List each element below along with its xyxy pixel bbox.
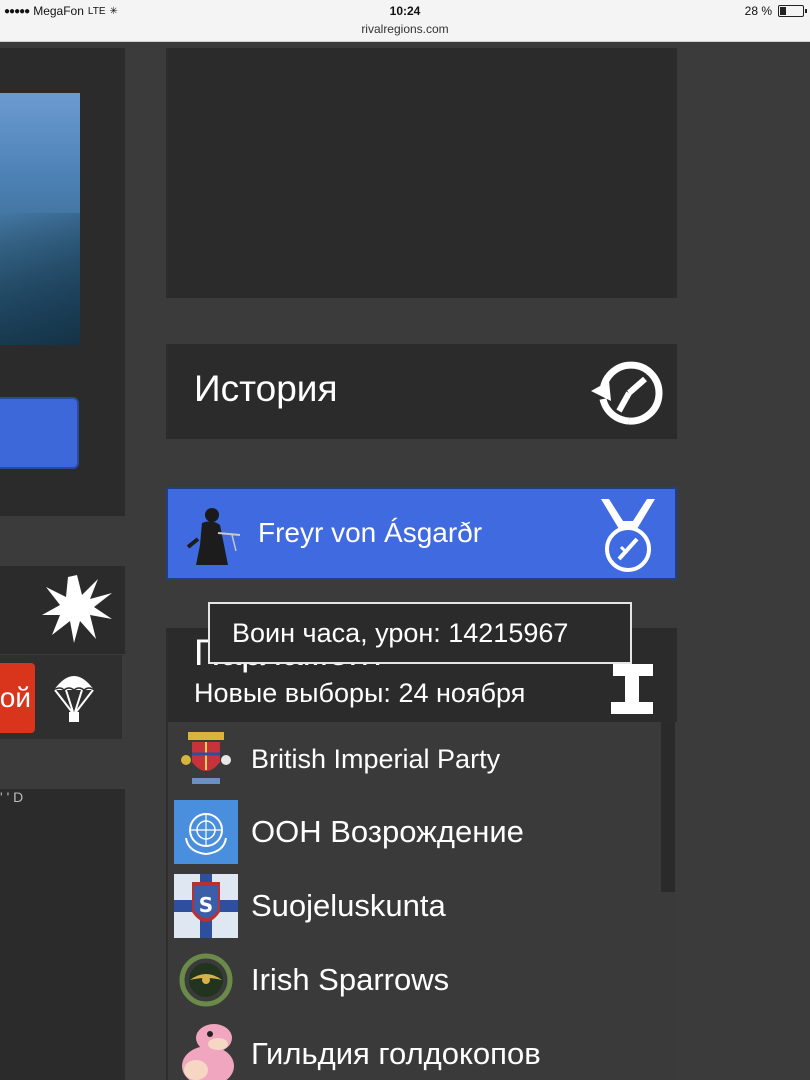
party-name[interactable]: Irish Sparrows: [251, 962, 449, 998]
party-row[interactable]: S Suojeluskunta: [174, 874, 664, 940]
battery-percent: 28 %: [744, 4, 772, 18]
party-row[interactable]: Irish Sparrows: [174, 948, 664, 1014]
party-list: British Imperial Party ООН Возрождение S…: [166, 722, 676, 1080]
region-landscape-image: [0, 93, 80, 345]
left-fragment-text: ' ' D: [0, 789, 24, 805]
address-bar-url[interactable]: rivalregions.com: [0, 22, 810, 36]
attack-button[interactable]: ой: [0, 663, 35, 733]
medal-icon: [601, 499, 655, 572]
svg-text:S: S: [199, 893, 213, 917]
sparrow-wreath-icon: [174, 948, 238, 1012]
warrior-damage-tooltip: Воин часа, урон: 14215967: [208, 602, 632, 664]
royal-crest-icon: [181, 732, 231, 784]
history-clock-icon[interactable]: [589, 353, 669, 433]
s-shield-icon: S: [174, 874, 238, 938]
explosion-icon[interactable]: [40, 573, 114, 645]
party-row[interactable]: British Imperial Party: [174, 726, 664, 792]
history-title: История: [194, 368, 338, 409]
parachute-icon[interactable]: [52, 668, 96, 724]
history-panel[interactable]: История: [166, 344, 677, 439]
status-bar: ●●●●● MegaFon LTE ✳ 10:24 rivalregions.c…: [0, 0, 810, 42]
left-blue-button[interactable]: [0, 397, 79, 469]
left-panel-bottom: ' ' D: [0, 789, 125, 1080]
party-row[interactable]: ООН Возрождение: [174, 800, 664, 866]
banner-placeholder: [166, 48, 677, 298]
party-name[interactable]: Гильдия голдокопов: [251, 1036, 541, 1072]
battery-info: 28 %: [744, 4, 807, 18]
pink-creature-icon: [174, 1022, 238, 1080]
warrior-name[interactable]: Freyr von Ásgarðr: [258, 517, 482, 549]
party-list-scrollbar[interactable]: [661, 722, 675, 892]
party-name[interactable]: Suojeluskunta: [251, 888, 446, 924]
warrior-of-hour-card[interactable]: Freyr von Ásgarðr: [166, 487, 677, 580]
party-name[interactable]: ООН Возрождение: [251, 814, 524, 850]
next-elections: Новые выборы: 24 ноября: [194, 678, 526, 708]
un-emblem-icon: [174, 800, 238, 864]
clock: 10:24: [389, 4, 421, 18]
party-row[interactable]: Гильдия голдокопов: [174, 1022, 664, 1080]
battery-icon: [778, 5, 807, 17]
party-name[interactable]: British Imperial Party: [251, 744, 500, 775]
warrior-avatar[interactable]: [182, 505, 244, 567]
battery-level: [780, 7, 787, 15]
